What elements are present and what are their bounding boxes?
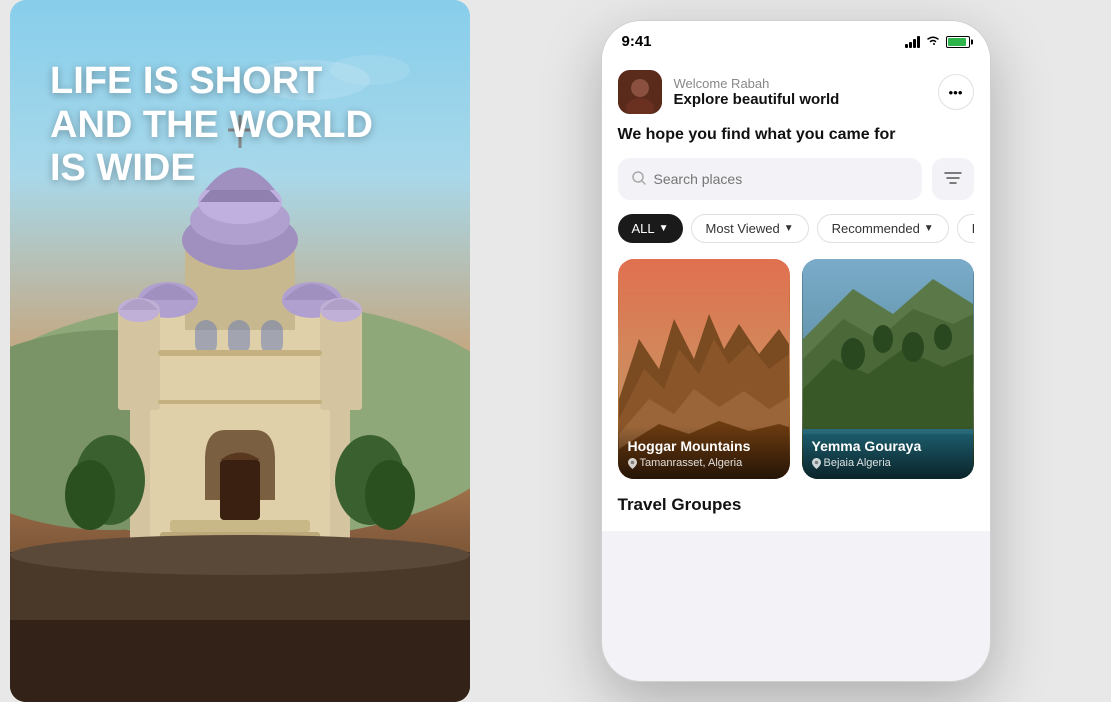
- gray-bottom-area: [602, 531, 990, 611]
- yemma-location: Bejaia Algeria: [812, 457, 964, 469]
- yemma-overlay: Yemma Gouraya Bejaia Algeria: [802, 426, 974, 479]
- search-row: [618, 158, 974, 200]
- signal-icon: [905, 36, 920, 48]
- place-card-yemma[interactable]: Yemma Gouraya Bejaia Algeria: [802, 259, 974, 479]
- more-dots-icon: •••: [949, 85, 963, 100]
- tagline-text: We hope you find what you came for: [618, 126, 974, 144]
- hoggar-overlay: Hoggar Mountains Tamanrasset, Algeria: [618, 426, 790, 479]
- status-bar: 9:41: [602, 21, 990, 58]
- chip-extra[interactable]: Re...: [957, 214, 974, 243]
- filter-icon: [944, 171, 962, 188]
- chip-all-arrow: ▼: [659, 223, 669, 234]
- chip-most-viewed-label: Most Viewed: [706, 221, 780, 236]
- left-panel: LIFE IS SHORT AND THE WORLD IS WIDE: [10, 0, 470, 702]
- chip-most-viewed-arrow: ▼: [784, 223, 794, 234]
- filter-chips: ALL ▼ Most Viewed ▼ Recommended ▼ Re...: [618, 214, 974, 243]
- chip-recommended-label: Recommended: [832, 221, 920, 236]
- headline-line3: IS WIDE: [50, 147, 373, 191]
- place-card-hoggar[interactable]: Hoggar Mountains Tamanrasset, Algeria: [618, 259, 790, 479]
- app-header: Welcome Rabah Explore beautiful world ••…: [618, 58, 974, 126]
- wifi-icon: [925, 34, 941, 49]
- header-text: Welcome Rabah Explore beautiful world: [674, 76, 840, 108]
- welcome-label: Welcome Rabah: [674, 76, 840, 91]
- chip-all-label: ALL: [632, 221, 655, 236]
- travel-groups-title: Travel Groupes: [618, 495, 974, 515]
- headline: LIFE IS SHORT AND THE WORLD IS WIDE: [50, 60, 373, 191]
- chip-recommended-arrow: ▼: [924, 223, 934, 234]
- battery-icon: [946, 36, 970, 48]
- headline-line1: LIFE IS SHORT: [50, 60, 373, 104]
- chip-extra-label: Re...: [972, 221, 974, 236]
- chip-recommended[interactable]: Recommended ▼: [817, 214, 949, 243]
- pin-icon-2: [812, 458, 821, 469]
- chip-most-viewed[interactable]: Most Viewed ▼: [691, 214, 809, 243]
- status-icons: [905, 34, 970, 49]
- pin-icon: [628, 458, 637, 469]
- chip-all[interactable]: ALL ▼: [618, 214, 683, 243]
- status-time: 9:41: [622, 33, 652, 50]
- more-button[interactable]: •••: [938, 74, 974, 110]
- hoggar-title: Hoggar Mountains: [628, 438, 780, 454]
- right-panel: 9:41: [480, 0, 1111, 702]
- filter-button[interactable]: [932, 158, 974, 200]
- phone-mockup: 9:41: [601, 20, 991, 682]
- search-input[interactable]: [654, 171, 908, 187]
- app-content: Welcome Rabah Explore beautiful world ••…: [602, 58, 990, 531]
- yemma-title: Yemma Gouraya: [812, 438, 964, 454]
- avatar: [618, 70, 662, 114]
- explore-label: Explore beautiful world: [674, 91, 840, 108]
- search-icon: [632, 171, 646, 188]
- places-grid: Hoggar Mountains Tamanrasset, Algeria: [618, 259, 974, 479]
- hoggar-location: Tamanrasset, Algeria: [628, 457, 780, 469]
- headline-line2: AND THE WORLD: [50, 104, 373, 148]
- search-bar[interactable]: [618, 158, 922, 200]
